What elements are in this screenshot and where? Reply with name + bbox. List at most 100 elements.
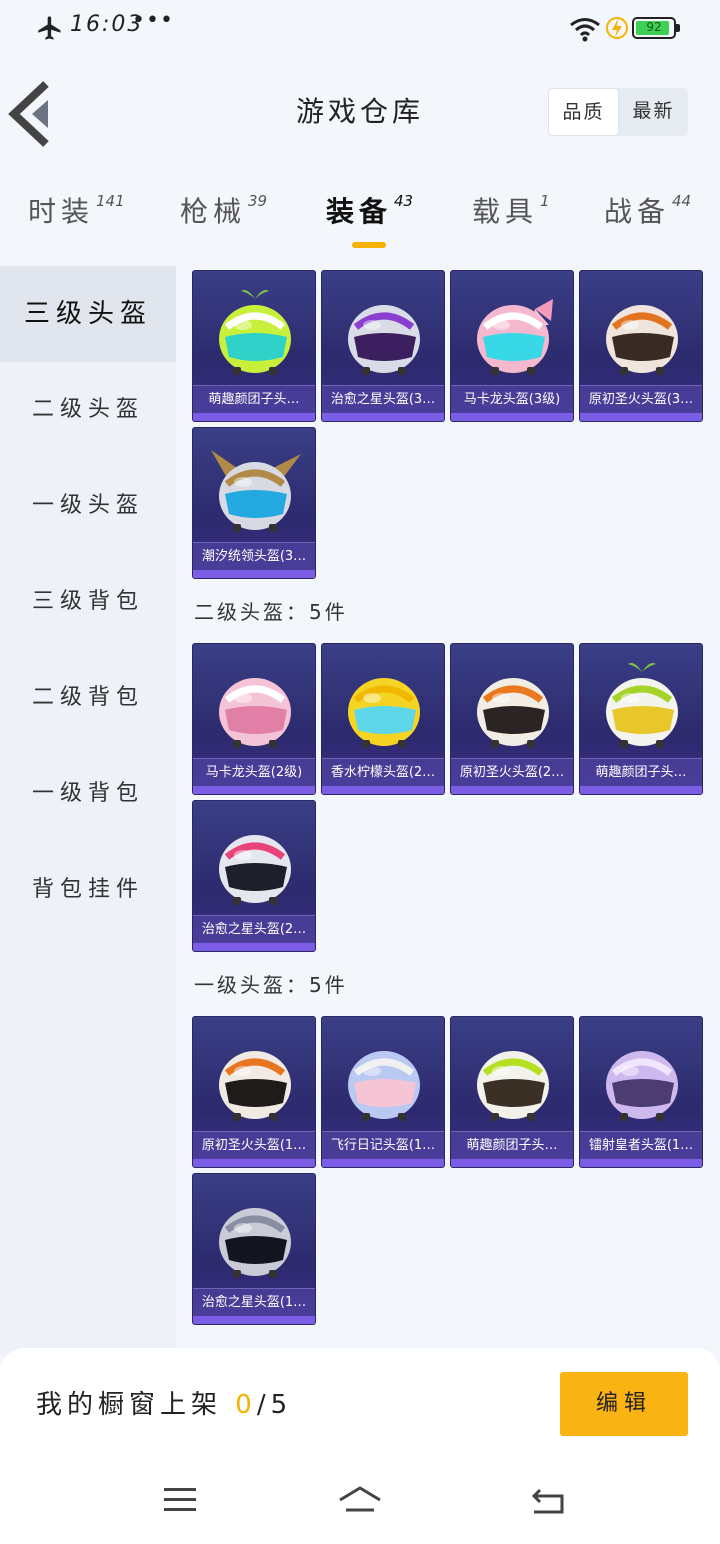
sidebar-item-backpack-lv1[interactable]: 一级背包: [0, 746, 176, 842]
battery-icon: 92: [632, 17, 680, 39]
quality-bar: [580, 413, 702, 421]
quality-bar: [451, 1159, 573, 1167]
return-icon[interactable]: [528, 1482, 568, 1518]
status-bar: 16:03 ••• 92: [0, 0, 720, 56]
showcase-current-count: 0: [235, 1390, 257, 1420]
tab-guns[interactable]: 枪械 39: [180, 190, 267, 230]
helmet-yellow-goggles-icon: [336, 654, 432, 754]
helmet-pink-cap-icon: [207, 654, 303, 754]
item-name: 马卡龙头盔(3级): [451, 385, 573, 413]
airplane-mode-icon: [38, 16, 61, 40]
item-name: 治愈之星头盔(2…: [193, 915, 315, 943]
helmet-orange-open-icon: [207, 1027, 303, 1127]
sidebar-item-helmet-lv1[interactable]: 一级头盔: [0, 458, 176, 554]
quality-bar: [451, 413, 573, 421]
helmet-pink-bow-icon: [465, 281, 561, 381]
item-card[interactable]: 飞行日记头盔(1…: [321, 1016, 445, 1168]
section-title: 一级头盔：5件: [194, 973, 348, 997]
item-name: 潮汐统领头盔(3…: [193, 542, 315, 570]
wifi-icon: [570, 18, 600, 42]
tab-vehicles[interactable]: 载具 1: [472, 190, 550, 230]
item-card[interactable]: 原初圣火头盔(1…: [192, 1016, 316, 1168]
helmet-green-cartoon-icon: [207, 281, 303, 381]
sidebar-item-backpack-lv3[interactable]: 三级背包: [0, 554, 176, 650]
item-name: 萌趣颜团子头…: [193, 385, 315, 413]
item-card[interactable]: 马卡龙头盔(3级): [450, 270, 574, 422]
home-icon[interactable]: [336, 1482, 384, 1518]
menu-icon[interactable]: [160, 1482, 200, 1518]
tab-label: 时装: [28, 195, 95, 228]
quality-bar: [580, 786, 702, 794]
item-card[interactable]: 萌趣颜团子头…: [579, 643, 703, 795]
tab-count: 141: [96, 192, 125, 210]
item-card[interactable]: 治愈之星头盔(1…: [192, 1173, 316, 1325]
battery-percent: 92: [646, 20, 662, 34]
item-name: 飞行日记头盔(1…: [322, 1131, 444, 1159]
item-name: 治愈之星头盔(3…: [322, 385, 444, 413]
item-card[interactable]: 萌趣颜团子头…: [450, 1016, 574, 1168]
quality-bar: [322, 1159, 444, 1167]
sidebar-item-backpack-charm[interactable]: 背包挂件: [0, 842, 176, 938]
quality-bar: [193, 570, 315, 578]
item-name: 治愈之星头盔(1…: [193, 1288, 315, 1316]
active-tab-indicator: [352, 242, 386, 248]
quality-bar: [193, 943, 315, 951]
item-name: 镭射皇者头盔(1…: [580, 1131, 702, 1159]
item-grid: 二级头盔：5件 一级头盔：5件 萌趣颜团子头… 治愈之星头盔(3… 马卡龙头盔(3级…: [176, 266, 720, 1348]
quality-bar: [193, 413, 315, 421]
item-card[interactable]: 治愈之星头盔(2…: [192, 800, 316, 952]
tab-supplies[interactable]: 战备 44: [604, 190, 691, 230]
item-card[interactable]: 原初圣火头盔(3…: [579, 270, 703, 422]
quality-bar: [193, 786, 315, 794]
item-card[interactable]: 原初圣火头盔(2…: [450, 643, 574, 795]
tab-fashion[interactable]: 时装 141: [28, 190, 125, 230]
item-name: 原初圣火头盔(2…: [451, 758, 573, 786]
category-tabs: 时装 141 枪械 39 装备 43 载具 1 战备 44: [0, 176, 720, 260]
header: 游戏仓库 品质 最新: [0, 56, 720, 166]
sidebar-item-backpack-lv2[interactable]: 二级背包: [0, 650, 176, 746]
tab-label: 枪械: [180, 195, 247, 228]
item-name: 萌趣颜团子头…: [451, 1131, 573, 1159]
helmet-white-sprout-icon: [594, 654, 690, 754]
sort-toggle: 品质 最新: [548, 88, 688, 136]
item-card[interactable]: 潮汐统领头盔(3…: [192, 427, 316, 579]
item-name: 原初圣火头盔(3…: [580, 385, 702, 413]
showcase-panel: 我的橱窗上架 0/5 编辑: [0, 1348, 720, 1544]
helmet-lime-open-icon: [465, 1027, 561, 1127]
helmet-orange-white-icon: [465, 654, 561, 754]
item-card[interactable]: 镭射皇者头盔(1…: [579, 1016, 703, 1168]
item-name: 马卡龙头盔(2级): [193, 758, 315, 786]
tab-count: 39: [248, 192, 268, 210]
status-more-dots: •••: [132, 8, 174, 33]
quality-bar: [580, 1159, 702, 1167]
showcase-status: 我的橱窗上架 0/5: [36, 1384, 292, 1421]
helmet-silver-full-icon: [207, 1184, 303, 1284]
helmet-white-moto-icon: [207, 811, 303, 911]
item-card[interactable]: 治愈之星头盔(3…: [321, 270, 445, 422]
quality-bar: [193, 1316, 315, 1324]
sidebar: 三级头盔 二级头盔 一级头盔 三级背包 二级背包 一级背包 背包挂件: [0, 266, 176, 1356]
helmet-blue-open-icon: [336, 1027, 432, 1127]
sort-latest-button[interactable]: 最新: [619, 88, 688, 136]
helmet-silver-fin-icon: [207, 438, 303, 538]
tab-label: 载具: [472, 195, 539, 228]
item-card[interactable]: 萌趣颜团子头…: [192, 270, 316, 422]
tab-count: 43: [394, 192, 414, 210]
item-card[interactable]: 香水柠檬头盔(2…: [321, 643, 445, 795]
item-name: 香水柠檬头盔(2…: [322, 758, 444, 786]
helmet-lavender-open-icon: [594, 1027, 690, 1127]
section-title: 二级头盔：5件: [194, 600, 348, 624]
sidebar-item-helmet-lv3[interactable]: 三级头盔: [0, 266, 176, 362]
tab-label: 战备: [604, 195, 671, 228]
charging-icon: [606, 17, 628, 39]
sort-quality-button[interactable]: 品质: [548, 88, 619, 136]
tab-count: 1: [540, 192, 550, 210]
tab-equipment[interactable]: 装备 43: [326, 190, 413, 230]
item-name: 原初圣火头盔(1…: [193, 1131, 315, 1159]
item-card[interactable]: 马卡龙头盔(2级): [192, 643, 316, 795]
quality-bar: [451, 786, 573, 794]
sidebar-item-helmet-lv2[interactable]: 二级头盔: [0, 362, 176, 458]
tab-count: 44: [672, 192, 692, 210]
edit-button[interactable]: 编辑: [560, 1372, 688, 1436]
showcase-total-count: /5: [256, 1390, 293, 1420]
